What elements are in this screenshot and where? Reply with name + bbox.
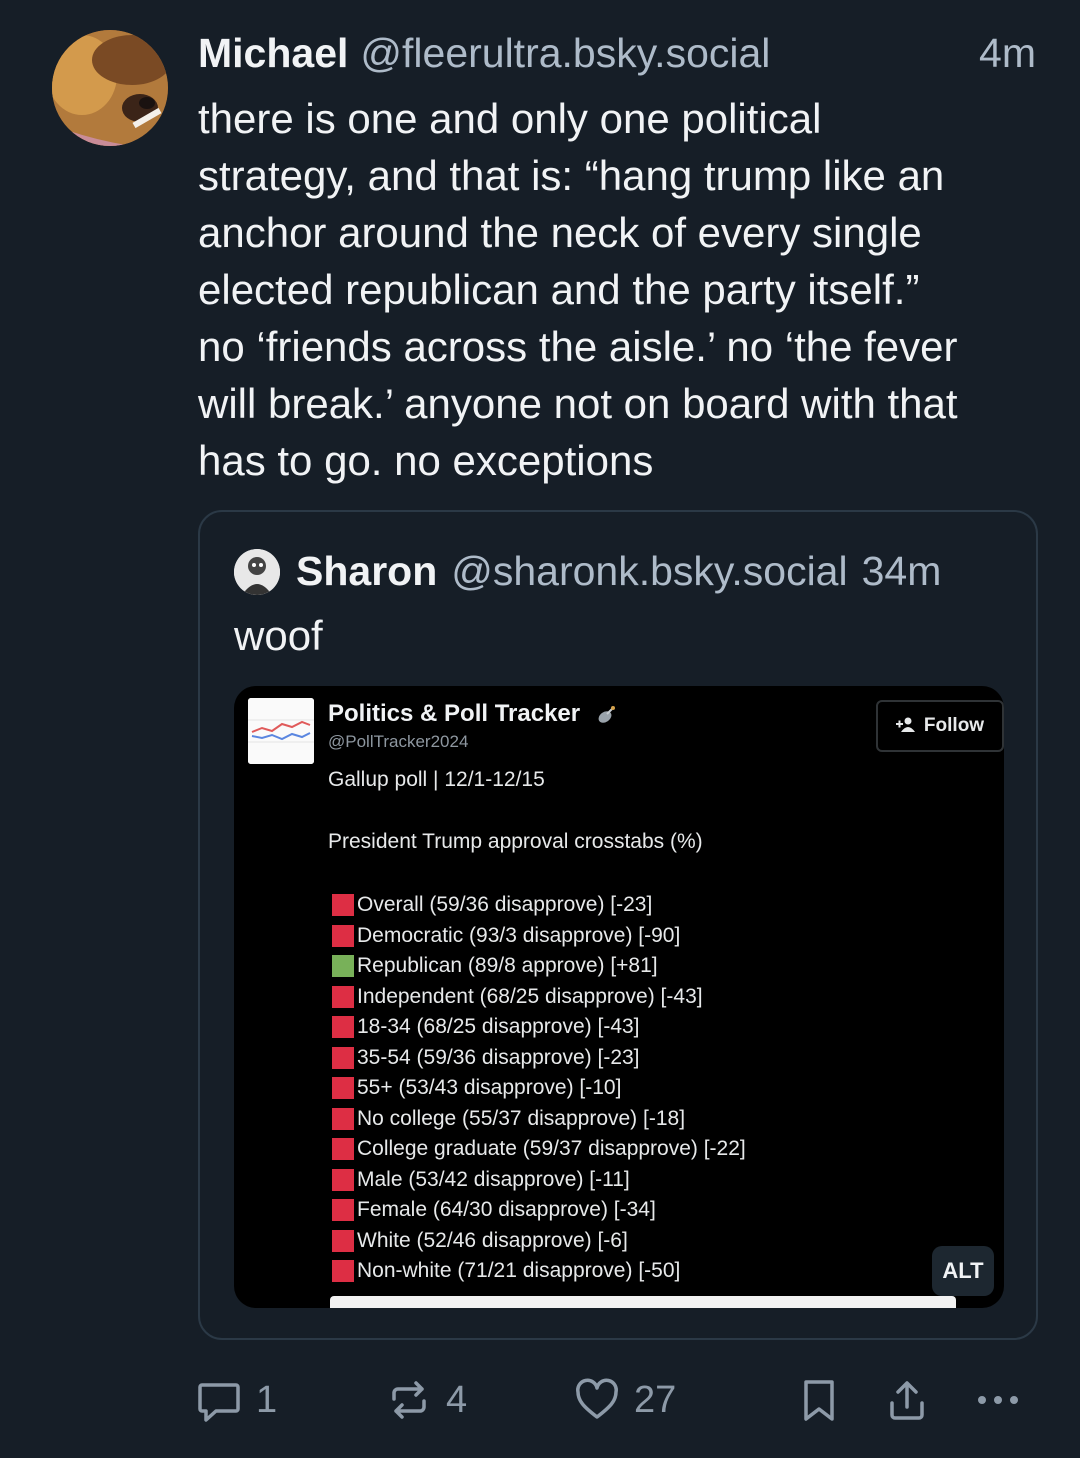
post-text-line: no ‘friends across the aisle.’ no ‘the f… [198, 323, 958, 370]
share-button[interactable] [884, 1370, 930, 1430]
crosstab-row-text: No college (55/37 disapprove) [-18] [357, 1106, 686, 1130]
follow-icon [895, 716, 916, 736]
red-square-icon [332, 1229, 354, 1252]
green-square-icon [332, 955, 354, 978]
embed-bottom-strip [330, 1296, 956, 1308]
crosstab-row: No college (55/37 disapprove) [-18] [332, 1104, 746, 1135]
more-icon [974, 1377, 1022, 1423]
author-name[interactable]: Michael [198, 30, 348, 77]
crosstab-row: White (52/46 disapprove) [-6] [332, 1226, 746, 1257]
quote-header: Sharon @sharonk.bsky.social 34m [234, 548, 941, 595]
quote-image[interactable]: Politics & Poll Tracker @PollTracker2024… [234, 686, 1004, 1308]
quote-author-handle[interactable]: @sharonk.bsky.social [451, 548, 847, 595]
poll-tracker-name-text: Politics & Poll Tracker [328, 700, 581, 727]
crosstab-row: Democratic (93/3 disapprove) [-90] [332, 921, 746, 952]
red-square-icon [332, 1199, 354, 1222]
like-button[interactable]: 27 [574, 1370, 676, 1430]
follow-label: Follow [923, 715, 985, 736]
author-handle[interactable]: @fleerultra.bsky.social [360, 30, 770, 77]
post-text: there is one and only one political stra… [198, 90, 1044, 489]
crosstab-row-text: White (52/46 disapprove) [-6] [357, 1228, 628, 1252]
crosstab-row-text: Overall (59/36 disapprove) [-23] [357, 893, 653, 917]
crosstab-row-text: Male (53/42 disapprove) [-11] [357, 1167, 630, 1191]
quote-post-card[interactable]: Sharon @sharonk.bsky.social 34m woof Pol… [198, 510, 1038, 1340]
red-square-icon [332, 1107, 354, 1130]
bookmark-icon [798, 1377, 840, 1423]
satellite-icon [595, 704, 617, 726]
crosstab-row-text: 55+ (53/43 disapprove) [-10] [357, 1076, 622, 1100]
reply-icon [196, 1377, 242, 1423]
follow-button: Follow [876, 700, 1004, 752]
reply-count: 1 [256, 1378, 278, 1421]
crosstab-row-text: College graduate (59/37 disapprove) [-22… [357, 1137, 746, 1161]
poll-title-line: President Trump approval crosstabs (%) [328, 830, 703, 853]
post-timestamp[interactable]: 4m [979, 30, 1036, 77]
red-square-icon [332, 1168, 354, 1191]
alt-text-button[interactable]: ALT [932, 1246, 994, 1296]
post-text-line: elected republican and the party itself.… [198, 266, 920, 313]
red-square-icon [332, 1138, 354, 1161]
reply-button[interactable]: 1 [196, 1370, 277, 1430]
red-square-icon [332, 924, 354, 947]
quote-text: woof [234, 612, 323, 659]
more-options-button[interactable] [974, 1370, 1022, 1430]
crosstab-row: Female (64/30 disapprove) [-34] [332, 1195, 746, 1226]
crosstab-row-text: Democratic (93/3 disapprove) [-90] [357, 923, 681, 947]
like-count: 27 [634, 1378, 677, 1421]
poll-tracker-name: Politics & Poll Tracker [328, 700, 617, 728]
poll-tracker-avatar [248, 698, 314, 764]
repost-icon [386, 1377, 432, 1423]
post-text-line: there is one and only one political [198, 95, 822, 142]
author-avatar[interactable] [52, 30, 168, 146]
crosstab-row-text: 18-34 (68/25 disapprove) [-43] [357, 1015, 640, 1039]
crosstab-row-text: Female (64/30 disapprove) [-34] [357, 1198, 656, 1222]
post-text-line: will break.’ anyone not on board with th… [198, 380, 958, 427]
crosstab-row-text: 35-54 (59/36 disapprove) [-23] [357, 1045, 640, 1069]
crosstab-row: Overall (59/36 disapprove) [-23] [332, 890, 746, 921]
post-text-line: strategy, and that is: “hang trump like … [198, 152, 945, 199]
post-text-line: has to go. no exceptions [198, 437, 654, 484]
quote-author-avatar[interactable] [234, 548, 280, 595]
crosstab-list: Overall (59/36 disapprove) [-23] Democra… [332, 890, 746, 1287]
crosstab-row: Independent (68/25 disapprove) [-43] [332, 982, 746, 1013]
crosstab-row-text: Non-white (71/21 disapprove) [-50] [357, 1259, 681, 1283]
red-square-icon [332, 985, 354, 1008]
crosstab-row-text: Independent (68/25 disapprove) [-43] [357, 984, 703, 1008]
poll-source-line: Gallup poll | 12/1-12/15 [328, 768, 545, 791]
post-actions: 1 4 27 [196, 1370, 1046, 1430]
quote-timestamp: 34m [861, 548, 942, 594]
bookmark-button[interactable] [798, 1370, 840, 1430]
red-square-icon [332, 1046, 354, 1069]
post-header: Michael @fleerultra.bsky.social 4m [198, 30, 1036, 80]
red-square-icon [332, 1260, 354, 1283]
post-text-line: anchor around the neck of every single [198, 209, 922, 256]
crosstab-row: College graduate (59/37 disapprove) [-22… [332, 1134, 746, 1165]
repost-button[interactable]: 4 [386, 1370, 467, 1430]
like-icon [574, 1377, 620, 1423]
poll-tracker-handle: @PollTracker2024 [328, 732, 469, 751]
crosstab-row-text: Republican (89/8 approve) [+81] [357, 954, 658, 978]
crosstab-row: Republican (89/8 approve) [+81] [332, 951, 746, 982]
crosstab-row: 35-54 (59/36 disapprove) [-23] [332, 1043, 746, 1074]
red-square-icon [332, 1016, 354, 1039]
repost-count: 4 [446, 1378, 468, 1421]
crosstab-row: Male (53/42 disapprove) [-11] [332, 1165, 746, 1196]
quote-author-name[interactable]: Sharon [296, 548, 437, 595]
share-icon [884, 1377, 930, 1423]
red-square-icon [332, 894, 354, 917]
crosstab-row: 18-34 (68/25 disapprove) [-43] [332, 1012, 746, 1043]
crosstab-row: 55+ (53/43 disapprove) [-10] [332, 1073, 746, 1104]
crosstab-row: Non-white (71/21 disapprove) [-50] [332, 1256, 746, 1287]
red-square-icon [332, 1077, 354, 1100]
